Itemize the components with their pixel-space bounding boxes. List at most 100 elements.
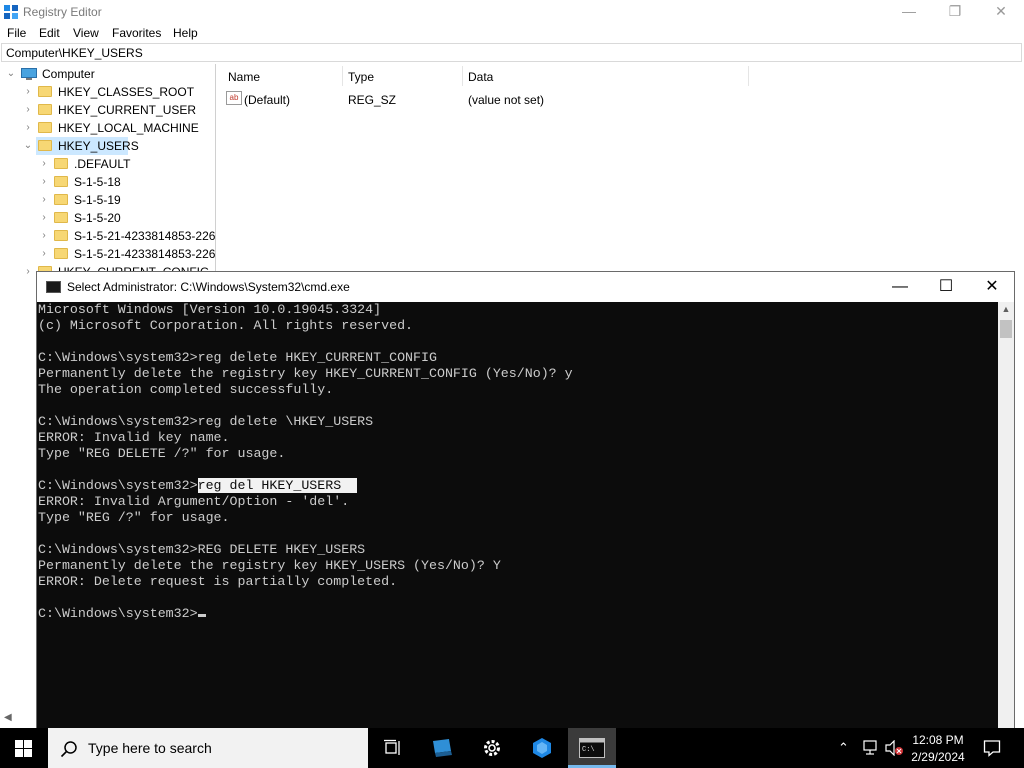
chevron-right-icon[interactable]: › (39, 191, 49, 209)
network-tray-icon[interactable] (862, 740, 880, 756)
tree-item-hkcu[interactable]: › HKEY_CURRENT_USER (0, 101, 215, 119)
tree-item-s-1-5-20[interactable]: › S-1-5-20 (0, 209, 215, 227)
tree-item-s-1-5-21-a[interactable]: › S-1-5-21-4233814853-2264 (0, 227, 215, 245)
tree-label: HKEY_USERS (58, 139, 139, 153)
column-divider[interactable] (342, 66, 343, 86)
folder-icon (54, 230, 68, 241)
cmd-window: Select Administrator: C:\Windows\System3… (36, 271, 1015, 729)
regedit-close-button[interactable]: ✕ (978, 0, 1024, 24)
tree-item-hklm[interactable]: › HKEY_LOCAL_MACHINE (0, 119, 215, 137)
scroll-left-arrow-icon[interactable]: ◀ (4, 712, 14, 724)
column-header-name[interactable]: Name (228, 70, 260, 84)
console-prompt: C:\Windows\system32> (38, 606, 198, 621)
taskbar-app-settings[interactable] (468, 728, 516, 768)
console-prompt: C:\Windows\system32> (38, 478, 198, 493)
console-line: Permanently delete the registry key HKEY… (38, 366, 573, 381)
volume-muted-icon[interactable] (884, 740, 904, 756)
network-app-icon (433, 739, 452, 757)
console-line: Permanently delete the registry key HKEY… (38, 558, 501, 573)
console-output[interactable]: Microsoft Windows [Version 10.0.19045.33… (37, 302, 998, 728)
scroll-up-arrow-icon[interactable]: ▲ (998, 304, 1014, 316)
cmd-close-button[interactable]: ✕ (969, 272, 1015, 302)
tree-item-hkcr[interactable]: › HKEY_CLASSES_ROOT (0, 83, 215, 101)
chevron-right-icon[interactable]: › (39, 227, 49, 245)
cmd-icon: C:\ (579, 738, 605, 758)
start-button[interactable] (0, 728, 48, 768)
column-divider[interactable] (462, 66, 463, 86)
regedit-titlebar[interactable]: Registry Editor — ❐ ✕ (0, 0, 1024, 24)
folder-icon (54, 158, 68, 169)
text-cursor (197, 614, 206, 617)
column-header-data[interactable]: Data (468, 70, 493, 84)
chevron-right-icon[interactable]: › (23, 101, 33, 119)
chevron-right-icon[interactable]: › (39, 209, 49, 227)
show-hidden-icons-chevron-icon[interactable]: ⌃ (838, 740, 849, 756)
scrollbar-thumb[interactable] (1000, 320, 1012, 338)
taskbar-search-box[interactable]: Type here to search (48, 728, 368, 768)
regedit-menubar: File Edit View Favorites Help (0, 24, 1024, 43)
console-line: C:\Windows\system32>reg delete \HKEY_USE… (38, 414, 374, 429)
notifications-icon[interactable] (983, 739, 1001, 757)
chevron-down-icon[interactable]: ⌄ (6, 65, 16, 83)
taskbar-app-azure[interactable] (518, 728, 566, 768)
tree-label: Computer (42, 67, 95, 81)
console-line: Microsoft Windows [Version 10.0.19045.33… (38, 302, 382, 317)
tree-label: S-1-5-21-4233814853-2264 (74, 247, 216, 261)
console-line: ERROR: Delete request is partially compl… (38, 574, 398, 589)
search-icon (60, 741, 77, 758)
clock-time[interactable]: 12:08 PM (908, 733, 968, 747)
tree-item-s-1-5-18[interactable]: › S-1-5-18 (0, 173, 215, 191)
tree-label: HKEY_CLASSES_ROOT (58, 85, 195, 99)
taskbar-app-network[interactable] (418, 728, 466, 768)
tree-label: HKEY_LOCAL_MACHINE (58, 121, 199, 135)
column-header-type[interactable]: Type (348, 70, 374, 84)
folder-open-icon (38, 140, 52, 151)
windows-logo-icon (15, 740, 32, 757)
chevron-down-icon[interactable]: ⌄ (23, 137, 33, 155)
cmd-minimize-button[interactable]: — (877, 272, 923, 302)
task-view-button[interactable] (368, 728, 416, 768)
menu-edit[interactable]: Edit (39, 26, 60, 40)
chevron-right-icon[interactable]: › (23, 263, 33, 281)
svg-text:C:\: C:\ (582, 746, 595, 754)
azure-app-icon (533, 738, 551, 758)
address-bar[interactable]: Computer\HKEY_USERS (1, 43, 1022, 62)
tree-label: S-1-5-18 (74, 175, 121, 189)
chevron-right-icon[interactable]: › (39, 245, 49, 263)
chevron-right-icon[interactable]: › (23, 83, 33, 101)
tree-label: S-1-5-21-4233814853-2264 (74, 229, 216, 243)
chevron-right-icon[interactable]: › (39, 155, 49, 173)
regedit-restore-button[interactable]: ❐ (932, 0, 978, 24)
tree-item-default[interactable]: › .DEFAULT (0, 155, 215, 173)
folder-icon (38, 104, 52, 115)
menu-help[interactable]: Help (173, 26, 198, 40)
menu-view[interactable]: View (73, 26, 99, 40)
console-line: Type "REG /?" for usage. (38, 510, 230, 525)
registry-editor-icon (4, 5, 18, 19)
tree-item-hku[interactable]: ⌄ HKEY_USERS (0, 137, 215, 155)
clock-date[interactable]: 2/29/2024 (906, 750, 970, 764)
folder-icon (38, 122, 52, 133)
menu-favorites[interactable]: Favorites (112, 26, 161, 40)
cmd-maximize-button[interactable]: ☐ (923, 272, 969, 302)
selected-text[interactable]: reg del HKEY_USERS (197, 478, 358, 493)
console-line-with-selection: C:\Windows\system32>reg del HKEY_USERS (38, 478, 998, 494)
menu-file[interactable]: File (7, 26, 26, 40)
taskbar-app-cmd[interactable]: C:\ (568, 728, 616, 768)
chevron-right-icon[interactable]: › (39, 173, 49, 191)
chevron-right-icon[interactable]: › (23, 119, 33, 137)
column-divider[interactable] (748, 66, 749, 86)
folder-icon (54, 248, 68, 259)
regedit-minimize-button[interactable]: — (886, 0, 932, 24)
tree-item-computer[interactable]: ⌄ Computer (0, 65, 215, 83)
cmd-titlebar[interactable]: Select Administrator: C:\Windows\System3… (37, 272, 1014, 302)
tree-item-s-1-5-19[interactable]: › S-1-5-19 (0, 191, 215, 209)
regedit-title: Registry Editor (23, 5, 102, 19)
cmd-scrollbar[interactable]: ▲ (998, 302, 1014, 728)
folder-icon (38, 86, 52, 97)
search-placeholder: Type here to search (88, 740, 212, 756)
tree-item-s-1-5-21-b[interactable]: › S-1-5-21-4233814853-2264 (0, 245, 215, 263)
